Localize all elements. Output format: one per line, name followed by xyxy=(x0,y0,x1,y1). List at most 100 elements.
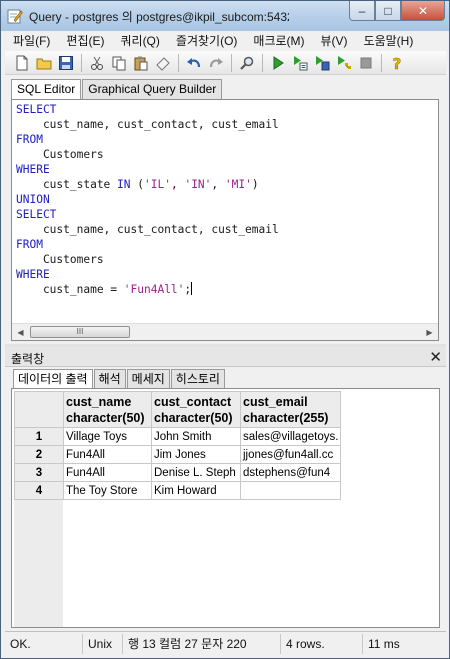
sql-text: ) xyxy=(251,178,259,191)
sql-code-area[interactable]: SELECT cust_name, cust_contact, cust_ema… xyxy=(16,102,436,322)
tab-sql-editor[interactable]: SQL Editor xyxy=(11,79,82,100)
sql-keyword: FROM xyxy=(16,238,43,251)
close-button[interactable]: ✕ xyxy=(401,1,445,21)
scroll-thumb[interactable]: III xyxy=(30,326,130,338)
sql-keyword: SELECT xyxy=(16,103,57,116)
output-tabs: 데이터의 출력 해석 메세지 히스토리 xyxy=(13,369,226,389)
table-row[interactable]: 1 Village Toys John Smith sales@villaget… xyxy=(14,427,342,446)
cell-cust-name[interactable]: The Toy Store xyxy=(63,481,152,500)
sql-text: , xyxy=(211,178,225,191)
table-row[interactable]: 3 Fun4All Denise L. Steph dstephens@fun4 xyxy=(14,463,342,482)
undo-button[interactable] xyxy=(183,52,205,74)
toolbar-separator xyxy=(381,53,382,72)
stop-button[interactable] xyxy=(355,52,377,74)
cell-cust-email[interactable]: dstephens@fun4 xyxy=(239,463,342,482)
find-button[interactable] xyxy=(236,52,258,74)
cell-cust-email[interactable]: sales@villagetoys. xyxy=(239,427,342,446)
menu-file[interactable]: 파일(F) xyxy=(5,31,58,51)
cell-cust-name[interactable]: Fun4All xyxy=(63,463,152,482)
cell-cust-email[interactable]: jjones@fun4all.cc xyxy=(239,445,342,464)
cell-cust-contact[interactable]: Denise L. Steph xyxy=(151,463,241,482)
scroll-left-arrow-icon[interactable]: ◀ xyxy=(12,324,29,340)
editor-horizontal-scrollbar[interactable]: ◀ III ▶ xyxy=(12,323,438,340)
explain-icon xyxy=(338,55,351,69)
maximize-button[interactable]: □ xyxy=(375,1,401,21)
tab-messages[interactable]: 메세지 xyxy=(126,369,170,388)
stop-icon xyxy=(360,57,372,68)
sql-keyword: WHERE xyxy=(16,268,50,281)
table-row[interactable]: 4 The Toy Store Kim Howard xyxy=(14,481,342,500)
cell-cust-contact[interactable]: Kim Howard xyxy=(151,481,241,500)
save-icon xyxy=(59,55,73,70)
output-pane-header: 출력창 ✕ xyxy=(5,347,446,367)
query-tool-icon xyxy=(7,9,23,24)
tab-data-output[interactable]: 데이터의 출력 xyxy=(13,369,93,389)
menu-help[interactable]: 도움말(H) xyxy=(356,31,422,51)
execute-to-file-icon xyxy=(316,55,330,70)
redo-button[interactable] xyxy=(205,52,227,74)
sql-string-literal: 'MI' xyxy=(224,178,252,191)
text-cursor xyxy=(191,282,193,295)
code-line: cust_name, cust_contact, cust_email xyxy=(16,222,436,237)
title-bar[interactable]: Query - postgres 의 postgres@ikpil_subcom… xyxy=(1,1,449,31)
menu-query[interactable]: 쿼리(Q) xyxy=(112,31,167,51)
cell-cust-name[interactable]: Village Toys xyxy=(63,427,152,446)
column-type: character(50) xyxy=(66,410,145,425)
column-name: cust_name xyxy=(66,394,132,409)
data-output-grid[interactable]: cust_name character(50) cust_contact chara… xyxy=(11,388,440,628)
sql-text: , xyxy=(170,178,185,191)
row-number[interactable]: 4 xyxy=(14,481,64,500)
sql-text: ( xyxy=(130,178,145,191)
column-type: character(255) xyxy=(243,410,329,425)
cell-cust-contact[interactable]: Jim Jones xyxy=(151,445,241,464)
tab-history[interactable]: 히스토리 xyxy=(170,369,225,388)
toolbar-separator xyxy=(81,53,82,72)
scroll-right-arrow-icon[interactable]: ▶ xyxy=(421,324,438,340)
code-line: SELECT xyxy=(16,207,436,222)
status-state: OK. xyxy=(5,633,83,654)
undo-icon xyxy=(187,57,201,67)
execute-button[interactable] xyxy=(267,52,289,74)
column-header-cust-email[interactable]: cust_email character(255) xyxy=(239,391,342,428)
column-header-cust-name[interactable]: cust_name character(50) xyxy=(63,391,152,428)
table-row[interactable]: 2 Fun4All Jim Jones jjones@fun4all.cc xyxy=(14,445,342,464)
clear-button[interactable] xyxy=(152,52,174,74)
menu-view[interactable]: 뷰(V) xyxy=(313,31,356,51)
explain-button[interactable] xyxy=(333,52,355,74)
sql-text: cust_name = xyxy=(16,283,124,296)
menu-favourites[interactable]: 즐겨찾기(O) xyxy=(168,31,246,51)
sql-keyword: FROM xyxy=(16,133,43,146)
minimize-button[interactable]: – xyxy=(349,1,375,21)
window-controls: – □ ✕ xyxy=(349,1,445,21)
cell-cust-email[interactable] xyxy=(239,481,342,500)
column-header-cust-contact[interactable]: cust_contact character(50) xyxy=(151,391,241,428)
copy-button[interactable] xyxy=(108,52,130,74)
toolbar-separator xyxy=(231,53,232,72)
help-button[interactable]: ? xyxy=(386,52,408,74)
status-cursor-position: 행 13 컬럼 27 문자 220 xyxy=(123,633,281,654)
row-number-header[interactable] xyxy=(14,391,64,428)
tab-graphical-query-builder[interactable]: Graphical Query Builder xyxy=(82,79,223,99)
sql-editor[interactable]: SELECT cust_name, cust_contact, cust_ema… xyxy=(11,99,439,341)
code-line: Customers xyxy=(16,147,436,162)
execute-pgscript-button[interactable] xyxy=(289,52,311,74)
tab-explain[interactable]: 해석 xyxy=(93,369,126,388)
row-number[interactable]: 1 xyxy=(14,427,64,446)
cell-cust-name[interactable]: Fun4All xyxy=(63,445,152,464)
paste-button[interactable] xyxy=(130,52,152,74)
open-button[interactable] xyxy=(33,52,55,74)
menu-edit[interactable]: 편집(E) xyxy=(58,31,112,51)
code-line: FROM xyxy=(16,237,436,252)
cut-button[interactable] xyxy=(86,52,108,74)
save-button[interactable] xyxy=(55,52,77,74)
sql-string-literal: 'IN' xyxy=(184,178,212,191)
row-number[interactable]: 3 xyxy=(14,463,64,482)
cell-cust-contact[interactable]: John Smith xyxy=(151,427,241,446)
execute-to-file-button[interactable] xyxy=(311,52,333,74)
new-file-button[interactable] xyxy=(11,52,33,74)
status-bar: OK. Unix 행 13 컬럼 27 문자 220 4 rows. 11 ms xyxy=(5,631,446,655)
copy-icon xyxy=(112,56,126,70)
row-number[interactable]: 2 xyxy=(14,445,64,464)
menu-macros[interactable]: 매크로(M) xyxy=(245,31,312,51)
close-output-icon[interactable]: ✕ xyxy=(429,348,442,366)
